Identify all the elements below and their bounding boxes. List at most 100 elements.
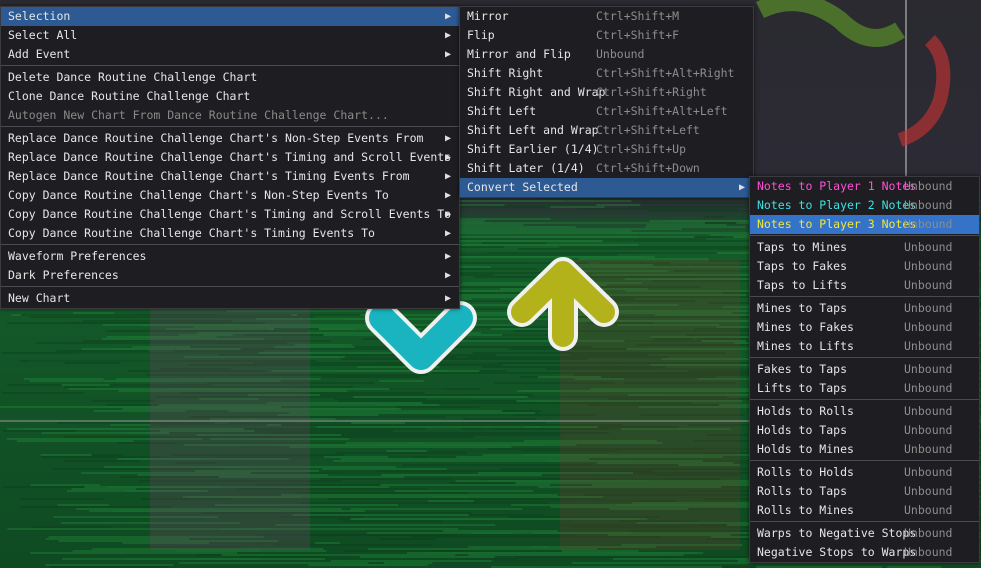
menu-item-rolls-to-taps[interactable]: Rolls to Taps Unbound [750, 482, 979, 501]
menu-item-waveform-preferences[interactable]: Waveform Preferences ▶ [1, 247, 459, 266]
menu-item-holds-to-rolls[interactable]: Holds to Rolls Unbound [750, 402, 979, 421]
menu-item-taps-to-fakes[interactable]: Taps to Fakes Unbound [750, 257, 979, 276]
menu-item-replace-dance-routine-challenge-chart-s-non-step-events-from[interactable]: Replace Dance Routine Challenge Chart's … [1, 129, 459, 148]
submenu-arrow-icon: ▶ [444, 270, 451, 281]
submenu-arrow-icon: ▶ [444, 293, 451, 304]
menu-item-new-chart[interactable]: New Chart ▶ [1, 289, 459, 308]
menu-item-notes-to-player-2-notes[interactable]: Notes to Player 2 Notes Unbound [750, 196, 979, 215]
menu-item-copy-dance-routine-challenge-chart-s-timing-events-to[interactable]: Copy Dance Routine Challenge Chart's Tim… [1, 224, 459, 243]
menu-item-label: Holds to Mines [757, 442, 854, 456]
menu-item-shortcut: Unbound [904, 320, 953, 334]
menu-item-add-event[interactable]: Add Event ▶ [1, 45, 459, 64]
menu-item-holds-to-taps[interactable]: Holds to Taps Unbound [750, 421, 979, 440]
menu-item-shortcut: Unbound [904, 442, 953, 456]
menu-item-label: Copy Dance Routine Challenge Chart's Non… [8, 188, 389, 202]
menu-item-shortcut: Ctrl+Shift+M [596, 9, 680, 23]
menu-item-dark-preferences[interactable]: Dark Preferences ▶ [1, 266, 459, 285]
menu-item-label: Mirror and Flip [467, 47, 571, 61]
menu-item-convert-selected[interactable]: Convert Selected ▶ [460, 178, 753, 197]
menu-item-shift-left[interactable]: Shift Left Ctrl+Shift+Alt+Left [460, 102, 753, 121]
menu-item-label: Clone Dance Routine Challenge Chart [8, 89, 251, 103]
menu-item-shortcut: Unbound [904, 339, 953, 353]
menu-separator [750, 296, 979, 297]
menu-item-flip[interactable]: Flip Ctrl+Shift+F [460, 26, 753, 45]
submenu-arrow-icon: ▶ [444, 11, 451, 22]
menu-item-rolls-to-mines[interactable]: Rolls to Mines Unbound [750, 501, 979, 520]
menu-item-shortcut: Ctrl+Shift+Alt+Right [596, 66, 735, 80]
menu-item-shortcut: Unbound [904, 526, 953, 540]
menu-item-shortcut: Unbound [904, 217, 953, 231]
menu-separator [750, 399, 979, 400]
menu-item-mirror-and-flip[interactable]: Mirror and Flip Unbound [460, 45, 753, 64]
menu-item-label: Shift Right and Wrap [467, 85, 606, 99]
menu-item-notes-to-player-3-notes[interactable]: Notes to Player 3 Notes Unbound [750, 215, 979, 234]
menu-item-label: New Chart [8, 291, 71, 305]
menu-item-shift-later-1-4[interactable]: Shift Later (1/4) Ctrl+Shift+Down [460, 159, 753, 178]
menu-item-autogen-new-chart-from-dance-routine-challenge-chart[interactable]: Autogen New Chart From Dance Routine Cha… [1, 106, 459, 125]
menu-item-shortcut: Ctrl+Shift+Right [596, 85, 707, 99]
menu-item-label: Holds to Rolls [757, 404, 854, 418]
menu-item-shift-earlier-1-4[interactable]: Shift Earlier (1/4) Ctrl+Shift+Up [460, 140, 753, 159]
menu-item-shortcut: Ctrl+Shift+F [596, 28, 680, 42]
menu-item-label: Convert Selected [467, 180, 578, 194]
menu-item-shortcut: Unbound [904, 278, 953, 292]
menu-item-mines-to-lifts[interactable]: Mines to Lifts Unbound [750, 337, 979, 356]
menu-item-warps-to-negative-stops[interactable]: Warps to Negative Stops Unbound [750, 524, 979, 543]
menu-item-label: Select All [8, 28, 78, 42]
menu-item-label: Waveform Preferences [8, 249, 147, 263]
menu-item-label: Copy Dance Routine Challenge Chart's Tim… [8, 207, 452, 221]
submenu-arrow-icon: ▶ [444, 152, 451, 163]
menu-item-rolls-to-holds[interactable]: Rolls to Holds Unbound [750, 463, 979, 482]
menu-item-notes-to-player-1-notes[interactable]: Notes to Player 1 Notes Unbound [750, 177, 979, 196]
menu-item-shift-right[interactable]: Shift Right Ctrl+Shift+Alt+Right [460, 64, 753, 83]
menu-item-label: Mines to Taps [757, 301, 848, 315]
menu-item-label: Delete Dance Routine Challenge Chart [8, 70, 258, 84]
menu-item-delete-dance-routine-challenge-chart[interactable]: Delete Dance Routine Challenge Chart [1, 68, 459, 87]
menu-item-taps-to-lifts[interactable]: Taps to Lifts Unbound [750, 276, 979, 295]
menu-item-copy-dance-routine-challenge-chart-s-non-step-events-to[interactable]: Copy Dance Routine Challenge Chart's Non… [1, 186, 459, 205]
menu-item-taps-to-mines[interactable]: Taps to Mines Unbound [750, 238, 979, 257]
menu-item-label: Dark Preferences [8, 268, 119, 282]
submenu-arrow-icon: ▶ [738, 182, 745, 193]
menu-item-label: Add Event [8, 47, 71, 61]
menu-item-select-all[interactable]: Select All ▶ [1, 26, 459, 45]
menu-item-lifts-to-taps[interactable]: Lifts to Taps Unbound [750, 379, 979, 398]
menu-item-shortcut: Unbound [904, 198, 953, 212]
menu-item-label: Replace Dance Routine Challenge Chart's … [8, 131, 424, 145]
menu-item-label: Shift Earlier (1/4) [467, 142, 599, 156]
menu-item-shortcut: Ctrl+Shift+Down [596, 161, 700, 175]
menu-item-holds-to-mines[interactable]: Holds to Mines Unbound [750, 440, 979, 459]
selection-submenu: Mirror Ctrl+Shift+M Flip Ctrl+Shift+F Mirror… [459, 6, 754, 198]
menu-item-label: Replace Dance Routine Challenge Chart's … [8, 150, 486, 164]
menu-item-negative-stops-to-warps[interactable]: Negative Stops to Warps Unbound [750, 543, 979, 562]
menu-item-fakes-to-taps[interactable]: Fakes to Taps Unbound [750, 360, 979, 379]
menu-item-shortcut: Unbound [904, 465, 953, 479]
menu-item-shift-left-and-wrap[interactable]: Shift Left and Wrap Ctrl+Shift+Left [460, 121, 753, 140]
menu-item-replace-dance-routine-challenge-chart-s-timing-and-scroll-events-from[interactable]: Replace Dance Routine Challenge Chart's … [1, 148, 486, 167]
menu-item-copy-dance-routine-challenge-chart-s-timing-and-scroll-events-to[interactable]: Copy Dance Routine Challenge Chart's Tim… [1, 205, 459, 224]
menu-item-clone-dance-routine-challenge-chart[interactable]: Clone Dance Routine Challenge Chart [1, 87, 459, 106]
menu-item-shift-right-and-wrap[interactable]: Shift Right and Wrap Ctrl+Shift+Right [460, 83, 753, 102]
menu-item-mirror[interactable]: Mirror Ctrl+Shift+M [460, 7, 753, 26]
menu-item-shortcut: Unbound [904, 259, 953, 273]
submenu-arrow-icon: ▶ [444, 190, 451, 201]
menu-item-selection[interactable]: Selection ▶ [1, 7, 459, 26]
submenu-arrow-icon: ▶ [444, 251, 451, 262]
menu-separator [750, 521, 979, 522]
menu-item-label: Notes to Player 2 Notes [757, 198, 917, 212]
menu-item-shortcut: Ctrl+Shift+Up [596, 142, 687, 156]
menu-item-label: Notes to Player 1 Notes [757, 179, 917, 193]
menu-item-mines-to-taps[interactable]: Mines to Taps Unbound [750, 299, 979, 318]
menu-item-shortcut: Unbound [904, 301, 953, 315]
menu-item-mines-to-fakes[interactable]: Mines to Fakes Unbound [750, 318, 979, 337]
menu-separator [1, 126, 459, 127]
menu-item-shortcut: Ctrl+Shift+Left [596, 123, 700, 137]
menu-item-label: Warps to Negative Stops [757, 526, 917, 540]
menu-item-label: Autogen New Chart From Dance Routine Cha… [8, 108, 389, 122]
menu-item-shortcut: Unbound [904, 545, 953, 559]
menu-separator [1, 244, 459, 245]
menu-item-replace-dance-routine-challenge-chart-s-timing-events-from[interactable]: Replace Dance Routine Challenge Chart's … [1, 167, 459, 186]
submenu-arrow-icon: ▶ [444, 49, 451, 60]
menu-item-shortcut: Ctrl+Shift+Alt+Left [596, 104, 728, 118]
submenu-arrow-icon: ▶ [444, 228, 451, 239]
